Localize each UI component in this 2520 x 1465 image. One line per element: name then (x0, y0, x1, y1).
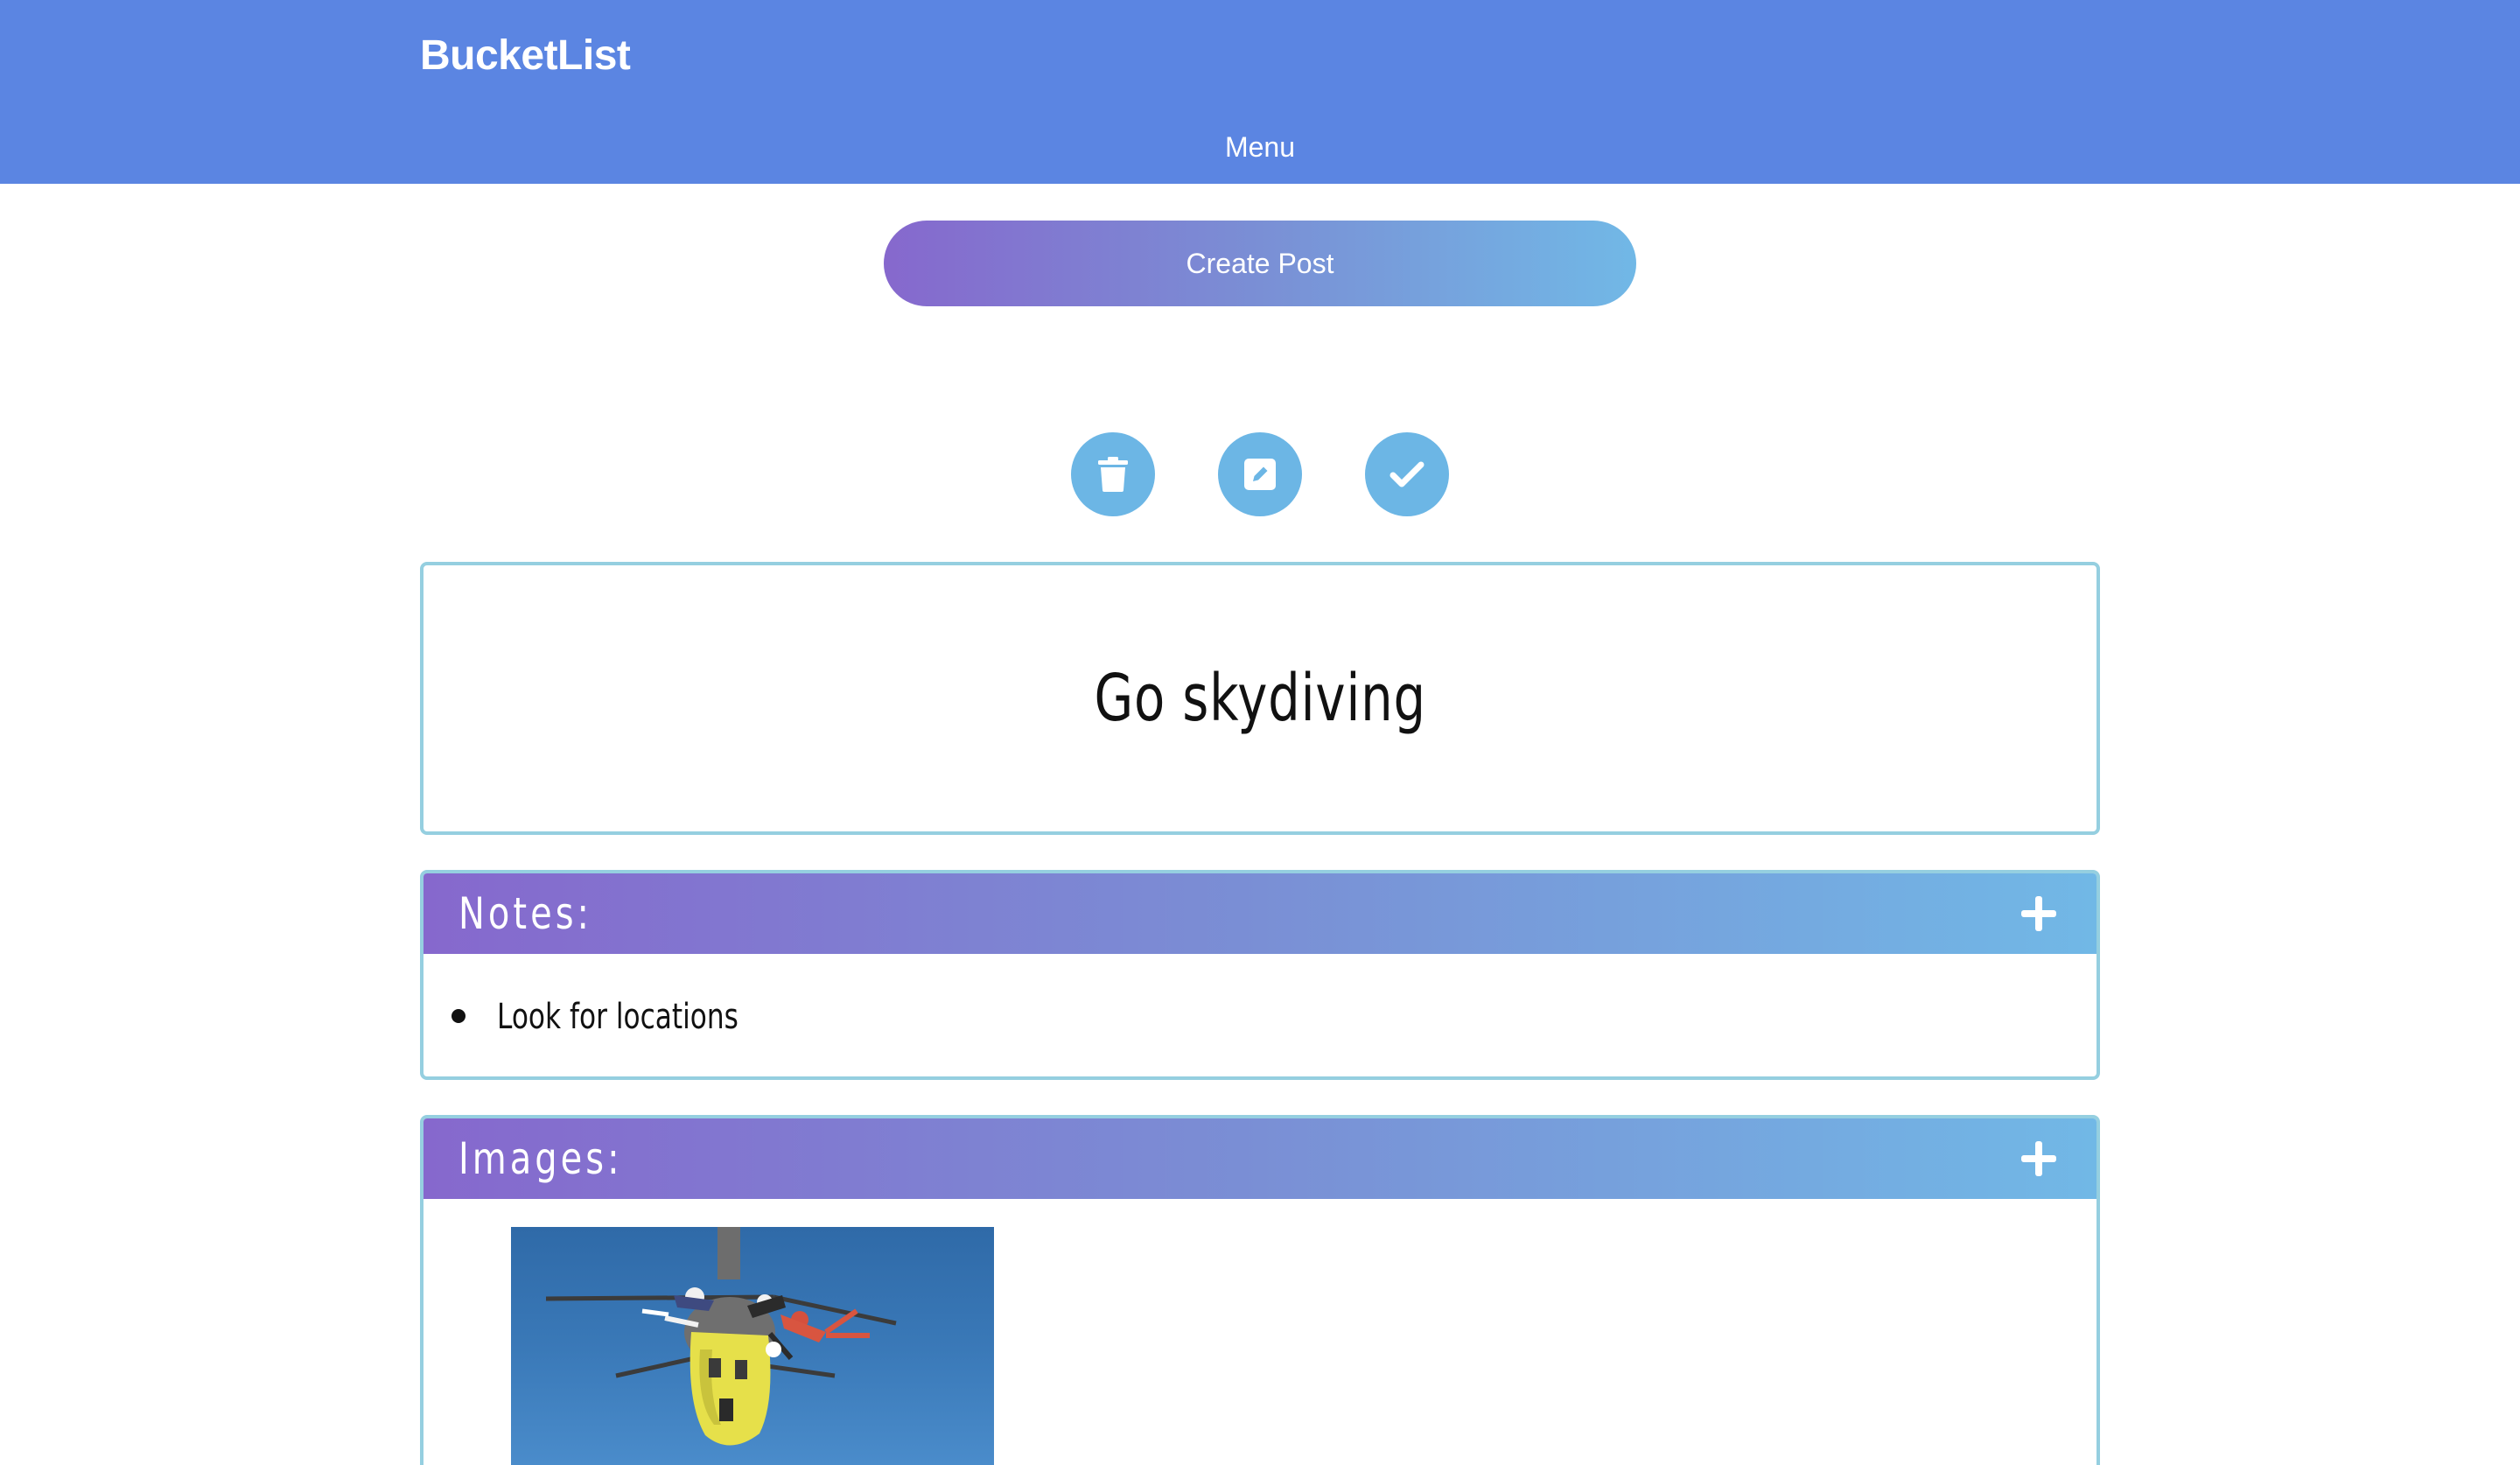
notes-section: Notes: Look for locations (420, 870, 2100, 1080)
delete-button[interactable] (1071, 432, 1155, 516)
edit-button[interactable] (1218, 432, 1302, 516)
images-gallery (424, 1199, 2096, 1465)
check-icon (1390, 461, 1424, 487)
images-section: Images: (420, 1115, 2100, 1465)
post-title-card: Go skydiving (420, 562, 2100, 835)
add-image-button[interactable] (2020, 1139, 2058, 1178)
menu-link[interactable]: Menu (1225, 131, 1295, 163)
images-title: Images: (458, 1133, 623, 1184)
trash-icon (1098, 457, 1128, 492)
skydiving-image[interactable] (511, 1227, 994, 1465)
notes-title: Notes: (458, 888, 593, 939)
note-text: Look for locations (497, 997, 738, 1037)
create-post-button[interactable]: Create Post (884, 221, 1636, 306)
complete-button[interactable] (1365, 432, 1449, 516)
note-item: Look for locations (452, 954, 2096, 1076)
skydiving-illustration (545, 1227, 897, 1446)
brand-logo-link[interactable]: BucketList (420, 32, 631, 80)
post-title: Go skydiving (1094, 661, 1426, 736)
notes-header: Notes: (424, 873, 2096, 954)
notes-list: Look for locations (424, 954, 2096, 1076)
images-header: Images: (424, 1118, 2096, 1199)
add-note-button[interactable] (2020, 894, 2058, 933)
menu-row: Menu (0, 131, 2520, 164)
post-actions (1071, 432, 1449, 516)
top-navbar: BucketList Menu (0, 0, 2520, 184)
edit-icon (1244, 459, 1276, 490)
